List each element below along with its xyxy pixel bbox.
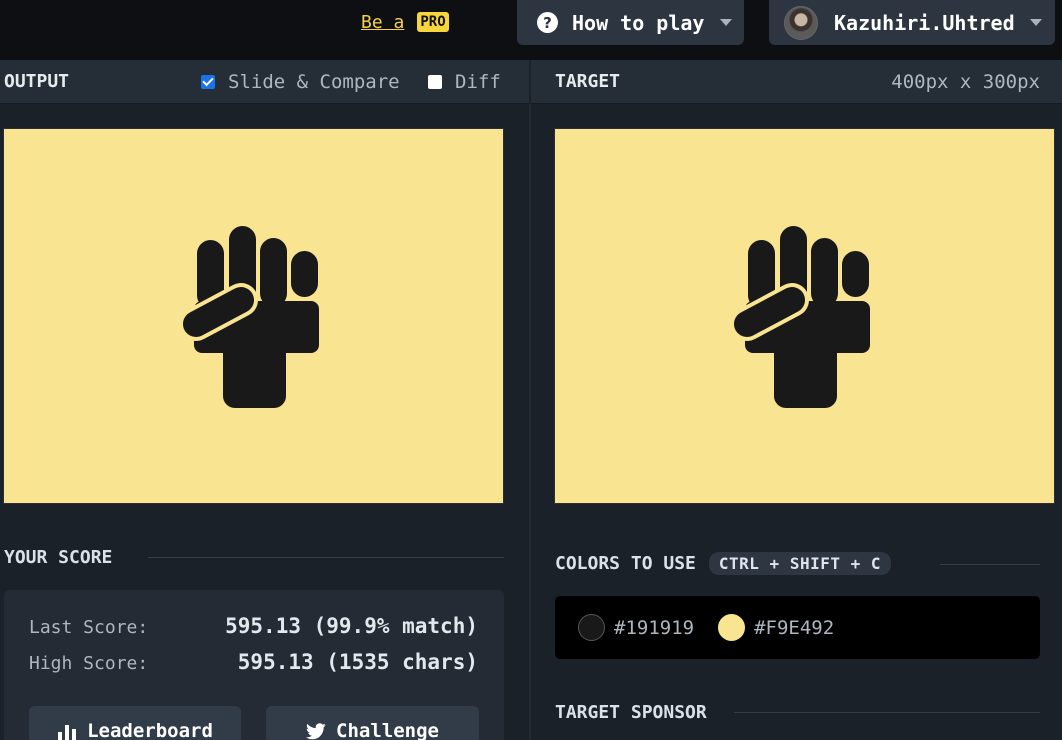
color-item[interactable]: #F9E492 [718, 614, 834, 641]
fist-icon [729, 226, 870, 408]
colors-shortcut: CTRL + SHIFT + C [708, 552, 892, 575]
section-divider [734, 712, 1040, 713]
colors-title: COLORS TO USE [555, 553, 696, 574]
leaderboard-button[interactable]: Leaderboard [29, 706, 241, 740]
slide-compare-option[interactable]: Slide & Compare [201, 71, 400, 93]
colors-section-header: COLORS TO USE CTRL + SHIFT + C [555, 552, 892, 575]
panel-divider [529, 104, 531, 740]
output-canvas[interactable] [3, 128, 504, 504]
twitter-icon [306, 722, 326, 739]
avatar [784, 5, 818, 40]
output-header: OUTPUT Slide & Compare Diff [0, 60, 529, 104]
be-pro-link[interactable]: Be a PRO [361, 10, 449, 34]
target-size: 400px x 300px [891, 70, 1040, 93]
how-to-play-button[interactable]: ? How to play [517, 0, 744, 45]
fist-icon [178, 226, 319, 408]
bar-chart-icon [58, 725, 77, 740]
last-score-value: 595.13 (99.9% match) [225, 614, 478, 638]
challenge-label: Challenge [336, 720, 439, 740]
last-score-label: Last Score: [29, 617, 149, 638]
diff-option[interactable]: Diff [428, 71, 501, 93]
target-canvas [554, 128, 1055, 504]
target-header: TARGET 400px x 300px [531, 60, 1062, 104]
section-divider [940, 564, 1040, 565]
color-swatch[interactable] [578, 614, 605, 641]
slide-compare-label[interactable]: Slide & Compare [228, 71, 400, 93]
your-score-title: YOUR SCORE [4, 547, 113, 568]
how-to-play-label: How to play [572, 10, 705, 35]
section-divider [148, 557, 504, 558]
target-sponsor-title: TARGET SPONSOR [555, 702, 707, 723]
high-score-value: 595.13 (1535 chars) [237, 650, 478, 674]
color-item[interactable]: #191919 [578, 614, 694, 641]
user-menu-button[interactable]: Kazuhiri.Uhtred [769, 0, 1055, 45]
top-bar: Be a PRO ? How to play Kazuhiri.Uhtred [0, 0, 1062, 60]
slide-compare-checkbox[interactable] [201, 74, 215, 89]
chevron-down-icon [1030, 19, 1042, 26]
challenge-button[interactable]: Challenge [266, 706, 479, 740]
diff-label[interactable]: Diff [455, 71, 501, 93]
question-icon: ? [537, 12, 558, 33]
color-swatch[interactable] [718, 614, 746, 641]
colors-panel: #191919 #F9E492 [555, 596, 1040, 659]
target-title: TARGET [555, 71, 621, 92]
high-score-row: High Score: 595.13 (1535 chars) [29, 650, 478, 674]
username: Kazuhiri.Uhtred [834, 10, 1015, 35]
be-a-text[interactable]: Be a [361, 12, 404, 33]
pro-badge[interactable]: PRO [417, 12, 449, 32]
color-hex[interactable]: #191919 [614, 617, 694, 639]
output-title: OUTPUT [4, 71, 70, 92]
leaderboard-label: Leaderboard [87, 720, 213, 740]
color-hex[interactable]: #F9E492 [754, 617, 834, 639]
chevron-down-icon [720, 19, 732, 26]
last-score-row: Last Score: 595.13 (99.9% match) [29, 614, 478, 638]
diff-checkbox[interactable] [428, 74, 442, 89]
high-score-label: High Score: [29, 653, 149, 674]
